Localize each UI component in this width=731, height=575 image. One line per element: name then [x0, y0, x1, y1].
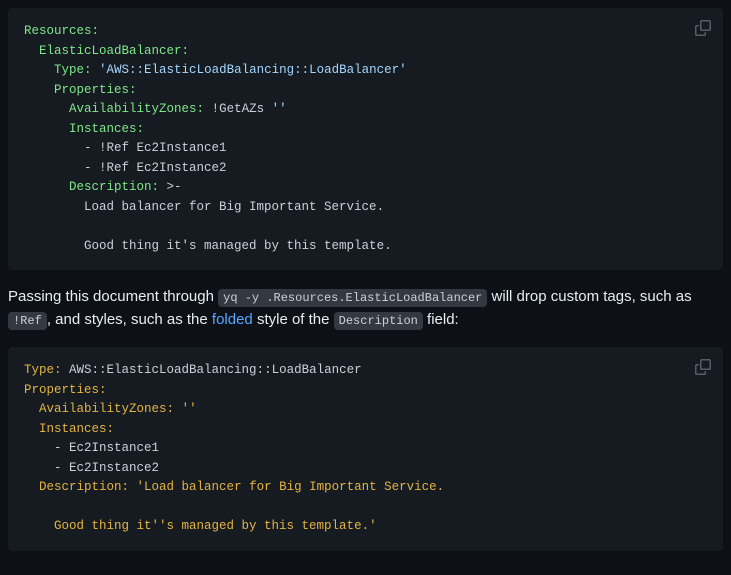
- code-content: Resources: ElasticLoadBalancer: Type: 'A…: [24, 22, 707, 256]
- copy-button[interactable]: [691, 355, 715, 379]
- code-token: Good thing it's managed by this template…: [84, 239, 392, 253]
- code-token: Properties:: [24, 383, 107, 397]
- text: , and styles, such as the: [47, 311, 212, 328]
- code-token: Type:: [54, 63, 92, 77]
- code-token: !GetAZs: [212, 102, 265, 116]
- code-token: >-: [167, 180, 182, 194]
- code-token: Load balancer for Big Important Service.: [84, 200, 384, 214]
- code-token: '': [182, 402, 197, 416]
- text: style of the: [253, 311, 334, 328]
- text: Passing this document through: [8, 288, 218, 305]
- code-token: Ec2Instance2: [69, 461, 159, 475]
- code-token: Resources:: [24, 24, 99, 38]
- code-token: Properties:: [54, 83, 137, 97]
- text: field:: [423, 311, 459, 328]
- code-token: Ec2Instance2: [137, 161, 227, 175]
- inline-code-command: yq -y .Resources.ElasticLoadBalancer: [218, 289, 487, 307]
- code-token: 'AWS::ElasticLoadBalancing::LoadBalancer…: [99, 63, 407, 77]
- code-token: Ec2Instance1: [137, 141, 227, 155]
- code-token: Instances:: [39, 422, 114, 436]
- code-token: !Ref: [99, 161, 129, 175]
- code-token: Description:: [69, 180, 159, 194]
- paragraph: Passing this document through yq -y .Res…: [8, 286, 723, 331]
- folded-link[interactable]: folded: [212, 311, 253, 328]
- code-block-1: Resources: ElasticLoadBalancer: Type: 'A…: [8, 8, 723, 270]
- code-content: Type: AWS::ElasticLoadBalancing::LoadBal…: [24, 361, 707, 537]
- code-token: Instances:: [69, 122, 144, 136]
- code-token: Type:: [24, 363, 62, 377]
- code-token: AvailabilityZones:: [39, 402, 174, 416]
- code-token: Good thing it': [24, 519, 159, 533]
- code-token: Description:: [39, 480, 129, 494]
- code-token: !Ref: [99, 141, 129, 155]
- copy-icon: [695, 20, 711, 36]
- code-block-2: Type: AWS::ElasticLoadBalancing::LoadBal…: [8, 347, 723, 551]
- code-token: AvailabilityZones:: [69, 102, 204, 116]
- code-token: '': [272, 102, 287, 116]
- copy-button[interactable]: [691, 16, 715, 40]
- code-token: AWS::ElasticLoadBalancing::LoadBalancer: [69, 363, 362, 377]
- inline-code-ref: !Ref: [8, 312, 47, 330]
- copy-icon: [695, 359, 711, 375]
- code-token: 'Load balancer for Big Important Service…: [137, 480, 445, 494]
- code-token: Ec2Instance1: [69, 441, 159, 455]
- text: will drop custom tags, such as: [487, 288, 691, 305]
- inline-code-description: Description: [334, 312, 423, 330]
- code-token: ElasticLoadBalancer:: [39, 44, 189, 58]
- code-token: 's managed by this template.': [159, 519, 377, 533]
